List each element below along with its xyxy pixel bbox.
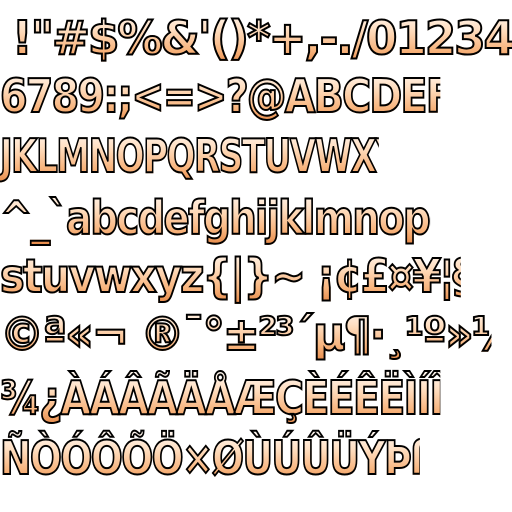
glyph-row-5: stuvwxyz{|}~ ¡¢£¤¥¦§¨ xyxy=(0,244,461,308)
font-glyph-sheet: !"#$%&'()*+,-./012345 6789:;<=>?@ABCDEFG… xyxy=(0,0,512,512)
glyph-row-2: 6789:;<=>?@ABCDEFGHI xyxy=(0,64,440,128)
glyph-row-6: ©ª«¬ ®¯°±²³´µ¶·¸¹º»¼½ xyxy=(0,302,492,366)
glyph-row-7: ¾¿ÀÁÂÃÄÅÆÇÈÉÊËÌÍÎÏÐ xyxy=(0,366,440,430)
glyph-row-1: !"#$%&'()*+,-./012345 xyxy=(12,6,512,70)
glyph-row-4: ^_`abcdefghijklmnopqr xyxy=(0,186,430,250)
glyph-row-8: ÑÒÓÔÕÖ×ØÙÚÛÜÝÞßàáâã xyxy=(0,426,420,490)
glyph-row-3: JKLMNOPQRSTUVWXYZ[\] xyxy=(0,124,379,188)
